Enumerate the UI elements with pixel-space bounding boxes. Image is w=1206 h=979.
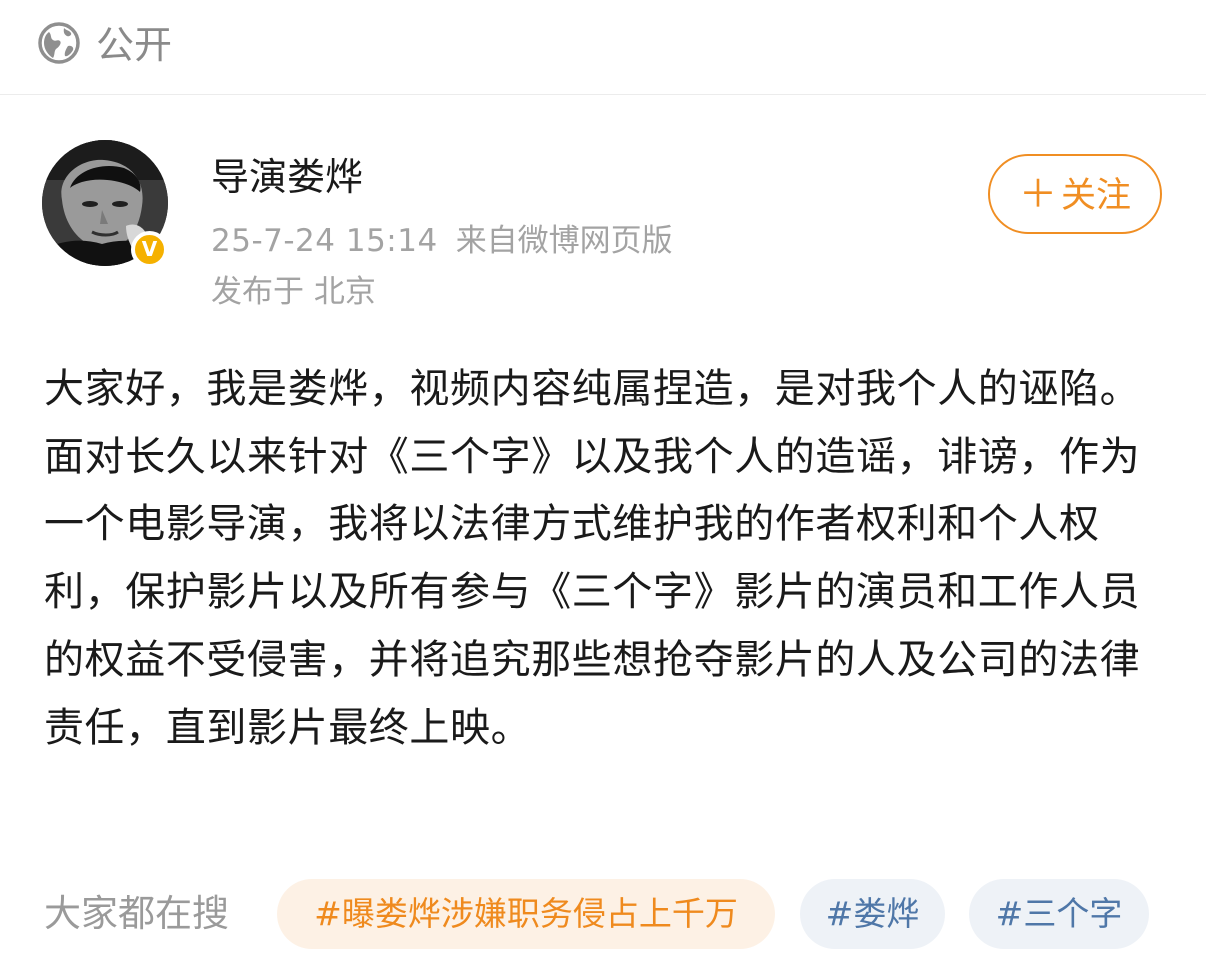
post-body-text: 大家好，我是娄烨，视频内容纯属捏造，是对我个人的诬陷。面对长久以来针对《三个字》… xyxy=(44,366,1141,751)
topic-chip[interactable]: #娄烨 xyxy=(800,879,945,949)
author-name[interactable]: 导演娄烨 xyxy=(211,152,363,202)
plus-icon: ＋ xyxy=(1018,172,1057,216)
post-meta: 25-7-24 15:14 来自微博网页版 xyxy=(211,219,673,263)
verified-badge: V xyxy=(131,231,168,268)
post-location: 发布于 北京 xyxy=(211,274,376,310)
globe-icon xyxy=(38,22,80,64)
visibility-bar[interactable]: 公开 xyxy=(0,0,1206,95)
hot-search-label: 大家都在搜 xyxy=(44,892,229,935)
topic-chip[interactable]: #曝娄烨涉嫌职务侵占上千万 xyxy=(277,879,775,949)
topic-chip[interactable]: #三个字 xyxy=(969,879,1149,949)
post-source: 来自微博网页版 xyxy=(455,223,673,259)
post-time: 25-7-24 15:14 xyxy=(211,223,438,259)
visibility-label: 公开 xyxy=(96,23,173,67)
weibo-post-page: 公开 V 导演娄烨 25-7-24 15:14 来自微博网页版 发布于 北京 ＋关… xyxy=(0,0,1206,979)
follow-button[interactable]: ＋关注 xyxy=(988,154,1162,234)
follow-label: 关注 xyxy=(1061,176,1132,216)
